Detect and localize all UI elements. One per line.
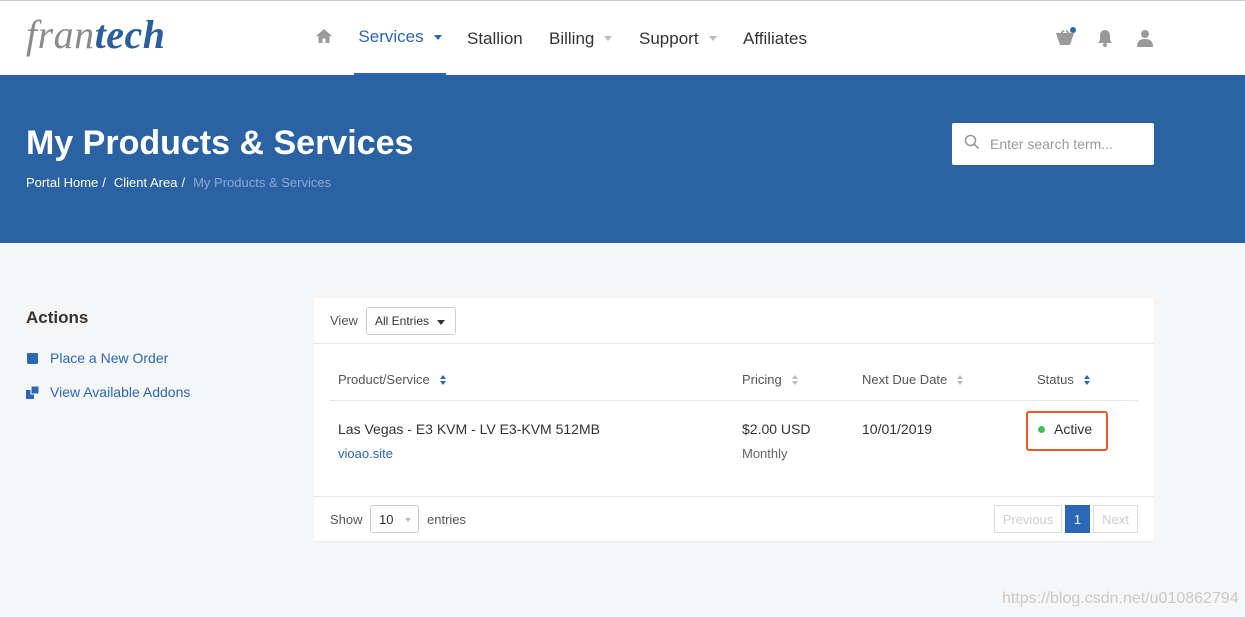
- product-domain-link[interactable]: vioao.site: [338, 446, 393, 461]
- column-header-product[interactable]: Product/Service: [338, 372, 446, 387]
- breadcrumb-separator: /: [181, 175, 186, 190]
- actions-heading: Actions: [26, 308, 89, 327]
- page-header-banner: My Products & Services Portal Home / Cli…: [0, 75, 1245, 243]
- sort-icon: [791, 374, 798, 385]
- chevron-down-icon: [604, 36, 613, 41]
- cart-icon[interactable]: [1054, 26, 1076, 50]
- product-name: Las Vegas - E3 KVM - LV E3-KVM 512MB: [338, 421, 600, 437]
- nav-affiliates-label: Affiliates: [743, 28, 807, 48]
- place-new-order-link[interactable]: Place a New Order: [26, 350, 168, 366]
- user-icon[interactable]: [1134, 26, 1156, 50]
- column-header-status-label: Status: [1037, 372, 1074, 387]
- next-due-date: 10/01/2019: [862, 421, 933, 437]
- nav-affiliates[interactable]: Affiliates: [743, 1, 807, 76]
- addons-icon: [26, 385, 39, 399]
- table-header-divider: [330, 400, 1138, 401]
- page-title: My Products & Services: [26, 124, 414, 162]
- nav-support[interactable]: Support: [639, 1, 717, 76]
- view-available-addons-link[interactable]: View Available Addons: [26, 384, 190, 400]
- table-footer-divider: [314, 496, 1154, 497]
- column-header-next-due-date[interactable]: Next Due Date: [862, 372, 964, 387]
- nav-billing-label: Billing: [549, 28, 595, 48]
- status-label: Active: [1054, 421, 1093, 437]
- nav-services-label: Services: [358, 27, 424, 46]
- pagination-previous[interactable]: Previous: [994, 505, 1062, 533]
- entries-per-page-select[interactable]: 10: [370, 505, 419, 533]
- nav-home[interactable]: [314, 1, 334, 76]
- watermark-text: https://blog.csdn.net/u010862794: [1002, 590, 1239, 607]
- place-new-order-label: Place a New Order: [50, 350, 169, 366]
- breadcrumb-client-area[interactable]: Client Area: [114, 175, 178, 190]
- nav-stallion-label: Stallion: [467, 28, 523, 48]
- entries-per-page-value: 10: [379, 511, 394, 527]
- column-header-next-due-date-label: Next Due Date: [862, 372, 948, 387]
- caret-down-icon: [437, 320, 445, 325]
- chevron-down-icon: [708, 36, 717, 41]
- view-filter-value: All Entries: [375, 314, 430, 328]
- services-table-panel: View All Entries Product/Service Pricing…: [314, 298, 1154, 541]
- view-label: View: [330, 313, 358, 328]
- column-header-status[interactable]: Status: [1037, 372, 1090, 387]
- view-available-addons-label: View Available Addons: [50, 384, 191, 400]
- nav-stallion[interactable]: Stallion: [467, 1, 523, 76]
- column-header-pricing[interactable]: Pricing: [742, 372, 798, 387]
- sort-icon: [439, 374, 446, 385]
- billing-cycle: Monthly: [742, 446, 788, 461]
- product-price: $2.00 USD: [742, 421, 811, 437]
- nav-support-label: Support: [639, 28, 699, 48]
- breadcrumb-separator: /: [102, 175, 106, 190]
- pagination-next[interactable]: Next: [1093, 505, 1138, 533]
- search-icon: [964, 134, 980, 155]
- status-badge: Active: [1038, 421, 1092, 437]
- column-header-product-label: Product/Service: [338, 372, 430, 387]
- column-header-pricing-label: Pricing: [742, 372, 782, 387]
- bell-icon[interactable]: [1094, 26, 1116, 50]
- frantech-logo[interactable]: frantech: [26, 13, 166, 57]
- home-icon: [315, 28, 333, 49]
- caret-down-icon: [405, 518, 411, 522]
- order-icon: [26, 352, 39, 365]
- view-filter-select[interactable]: All Entries: [366, 307, 456, 335]
- nav-services[interactable]: Services: [354, 1, 446, 76]
- pagination-page-1[interactable]: 1: [1065, 505, 1090, 533]
- status-active-dot-icon: [1038, 425, 1045, 433]
- status-highlight-box: Active: [1026, 411, 1108, 451]
- cart-notification-dot: [1070, 27, 1076, 33]
- show-label: Show: [330, 512, 363, 527]
- breadcrumb-current: My Products & Services: [193, 175, 332, 190]
- nav-billing[interactable]: Billing: [549, 1, 613, 76]
- breadcrumb-portal-home[interactable]: Portal Home: [26, 175, 98, 190]
- sort-icon: [957, 374, 964, 385]
- top-navbar: frantech Services Stallion Billing Suppo…: [0, 0, 1245, 76]
- search-input[interactable]: [990, 136, 1140, 152]
- view-filter-row: View All Entries: [314, 298, 1154, 344]
- breadcrumb: Portal Home / Client Area / My Products …: [26, 175, 331, 190]
- entries-label: entries: [427, 512, 467, 527]
- search-box: [952, 123, 1154, 165]
- sort-icon: [1083, 374, 1090, 385]
- chevron-down-icon: [433, 34, 442, 40]
